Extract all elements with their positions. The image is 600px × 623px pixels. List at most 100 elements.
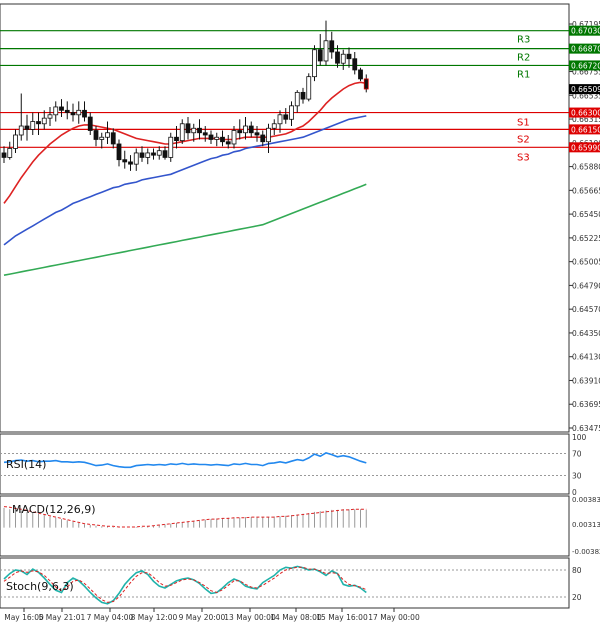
last-price-label: 0.66509 (571, 85, 600, 94)
y-tick-label: 0.64570 (572, 305, 600, 314)
candle-body (254, 132, 260, 136)
candle-body (24, 125, 30, 130)
candle-body (116, 143, 122, 161)
candle-body (346, 53, 352, 60)
candle-body (271, 123, 277, 129)
candle-body (225, 141, 231, 145)
rsi-label: RSI(14) (6, 458, 46, 471)
candle-body (145, 152, 151, 158)
x-tick-label: 5 May 21:01 (39, 613, 86, 622)
candle-body (162, 150, 168, 158)
candle-body (1, 152, 7, 158)
candle-body (64, 109, 70, 113)
rsi-tick-label: 100 (572, 433, 587, 442)
y-tick-label: 0.65225 (572, 234, 600, 243)
x-tick-label: 9 May 20:00 (179, 613, 226, 622)
macd-tick-label: -0.003827 (572, 548, 600, 556)
stoch-tick-label: 80 (572, 566, 582, 575)
candle-body (128, 161, 133, 165)
candle-body (76, 109, 82, 116)
candle-body (110, 132, 116, 145)
rsi-tick-label: 30 (572, 472, 582, 481)
candle-body (70, 112, 76, 116)
candle-body (294, 91, 300, 107)
candle-body (277, 114, 283, 125)
candle-body (185, 123, 191, 134)
candle-body (202, 132, 208, 136)
stoch-tick-label: 20 (572, 593, 582, 602)
candle-body (243, 125, 248, 134)
candle-body (260, 134, 266, 143)
candle-body (335, 51, 340, 64)
candle-body (30, 121, 36, 130)
candle-body (53, 106, 59, 116)
candle-body (168, 136, 174, 158)
level-price-label: 0.66300 (571, 109, 600, 118)
candle-body (99, 136, 105, 140)
candle-body (105, 132, 110, 138)
stoch-label: Stoch(9,6,3) (6, 580, 74, 593)
candle-body (220, 136, 225, 143)
candle-body (191, 127, 197, 134)
candle-body (208, 134, 214, 140)
level-name-s3: S3 (517, 152, 530, 163)
candle-body (248, 125, 254, 134)
stoch-panel-frame (0, 557, 570, 609)
candle-body (317, 49, 323, 62)
candle-body (214, 136, 220, 140)
y-tick-label: 0.63910 (572, 376, 600, 385)
macd-label: MACD(12,26,9) (12, 503, 96, 516)
candle-body (139, 152, 145, 158)
candle-body (329, 40, 335, 53)
candle-body (300, 91, 306, 100)
candle-body (36, 121, 41, 125)
x-tick-label: 8 May 12:00 (131, 613, 178, 622)
candle-body (87, 116, 93, 131)
y-tick-label: 0.65005 (572, 258, 600, 267)
candle-body (133, 152, 139, 165)
candle-body (306, 76, 312, 100)
forex-chart: R3R2R1S1S2S3 0.671950.669750.667550.6653… (0, 3, 600, 622)
rsi-tick-label: 70 (572, 450, 582, 459)
y-tick-label: 0.65665 (572, 186, 600, 195)
y-tick-label: 0.65880 (572, 163, 600, 172)
candle-body (151, 152, 156, 156)
macd-tick-label: 0.00313 (572, 521, 600, 529)
candle-body (323, 40, 329, 62)
y-tick-label: 0.63695 (572, 400, 600, 409)
level-price-label: 0.67030 (571, 27, 600, 36)
candle-body (352, 58, 358, 71)
x-tick-label: 15 May 16:00 (316, 613, 368, 622)
level-name-r2: R2 (517, 53, 530, 64)
candle-body (283, 114, 289, 120)
macd-tick-label: 0.003837 (572, 496, 600, 504)
candle-body (231, 130, 237, 145)
level-price-label: 0.66870 (571, 45, 600, 54)
candle-body (363, 78, 369, 90)
candle-body (266, 127, 271, 143)
candle-body (18, 125, 24, 136)
x-tick-label: 17 May 00:00 (368, 613, 420, 622)
level-price-label: 0.65990 (571, 143, 600, 152)
level-price-label: 0.66150 (571, 125, 600, 134)
candle-body (13, 134, 18, 149)
candle-body (82, 109, 87, 118)
candle-body (289, 105, 294, 120)
y-tick-label: 0.64790 (572, 281, 600, 290)
candle-body (312, 49, 317, 78)
level-name-s2: S2 (517, 134, 530, 145)
candle-body (7, 148, 13, 158)
x-tick-label: 7 May 04:00 (87, 613, 134, 622)
candle-body (340, 53, 346, 64)
candle-body (122, 159, 128, 163)
y-tick-label: 0.64350 (572, 329, 600, 338)
candle-body (156, 150, 162, 156)
level-name-r3: R3 (517, 35, 530, 46)
level-price-label: 0.66720 (571, 61, 600, 70)
candle-body (174, 136, 179, 142)
x-tick-label: 14 May 08:00 (270, 613, 322, 622)
candle-body (179, 123, 185, 142)
main-panel-frame (0, 3, 570, 433)
candle-body (59, 106, 64, 111)
rsi-panel-frame (0, 433, 570, 495)
